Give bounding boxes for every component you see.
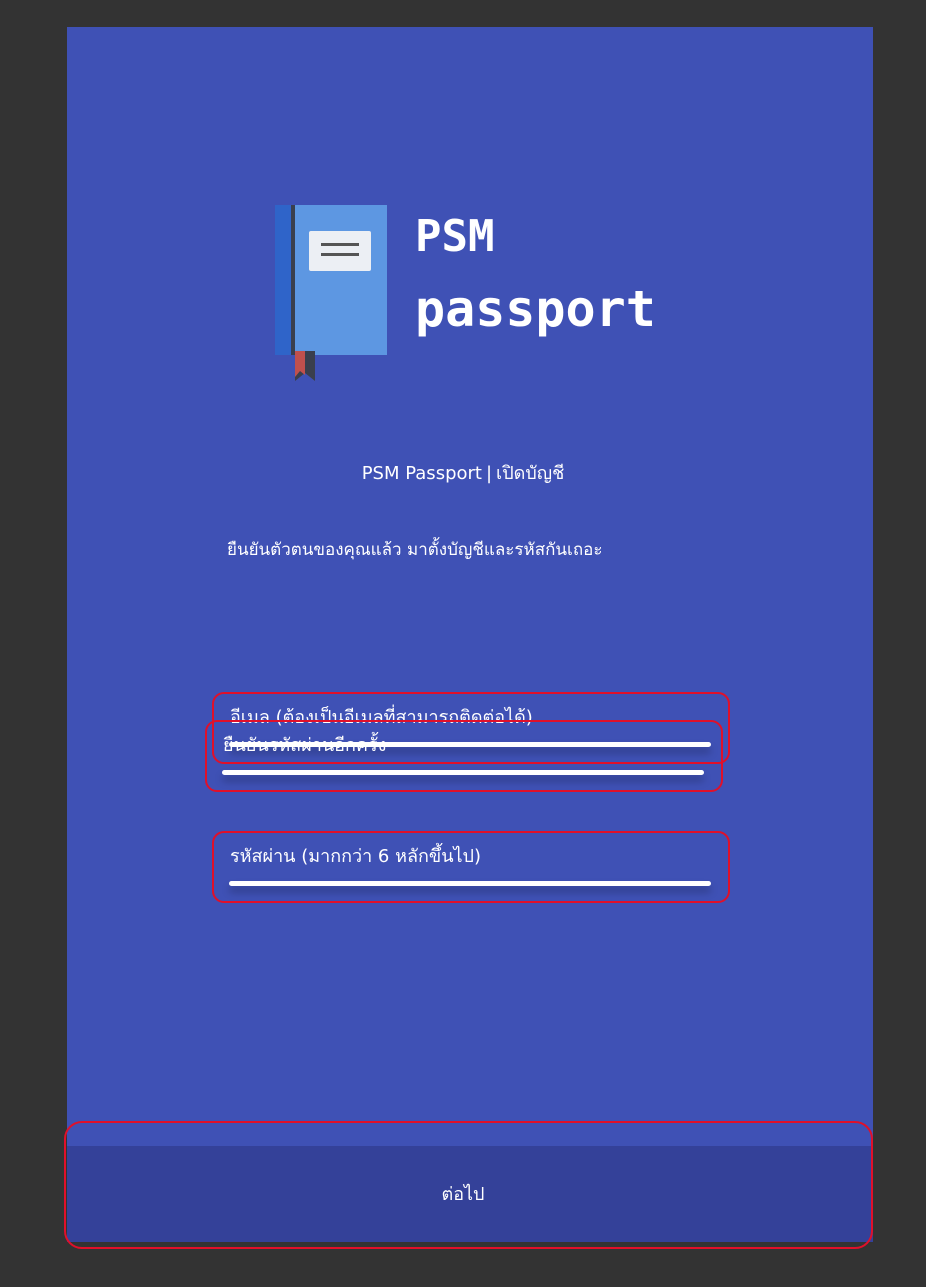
confirm-password-field[interactable]: ยืนยันรหัสผ่านอีกครั้ง bbox=[205, 720, 723, 792]
password-field-label: รหัสผ่าน (มากกว่า 6 หลักขึ้นไป) bbox=[230, 846, 482, 867]
logo-text-line2: passport bbox=[415, 280, 656, 338]
title-separator: | bbox=[485, 463, 493, 484]
description-text: ยืนยันตัวตนของคุณแล้ว มาตั้งบัญชีและรหัส… bbox=[227, 540, 603, 560]
password-field-underline bbox=[229, 881, 711, 886]
logo-text: PSM passport bbox=[415, 205, 656, 341]
app-name: PSM Passport bbox=[361, 463, 482, 484]
app-logo: PSM passport bbox=[275, 205, 675, 385]
password-field[interactable]: รหัสผ่าน (มากกว่า 6 หลักขึ้นไป) bbox=[212, 831, 730, 903]
next-button-label: ต่อไป bbox=[441, 1184, 485, 1205]
page-title: PSM Passport | เปิดบัญชี bbox=[0, 462, 926, 486]
notebook-icon bbox=[275, 205, 387, 381]
confirm-password-field-label: ยืนยันรหัสผ่านอีกครั้ง bbox=[223, 735, 387, 756]
page-title-text: เปิดบัญชี bbox=[496, 463, 565, 484]
signup-card bbox=[67, 27, 873, 1146]
confirm-password-field-underline bbox=[222, 770, 704, 775]
logo-text-line1: PSM bbox=[415, 211, 495, 262]
